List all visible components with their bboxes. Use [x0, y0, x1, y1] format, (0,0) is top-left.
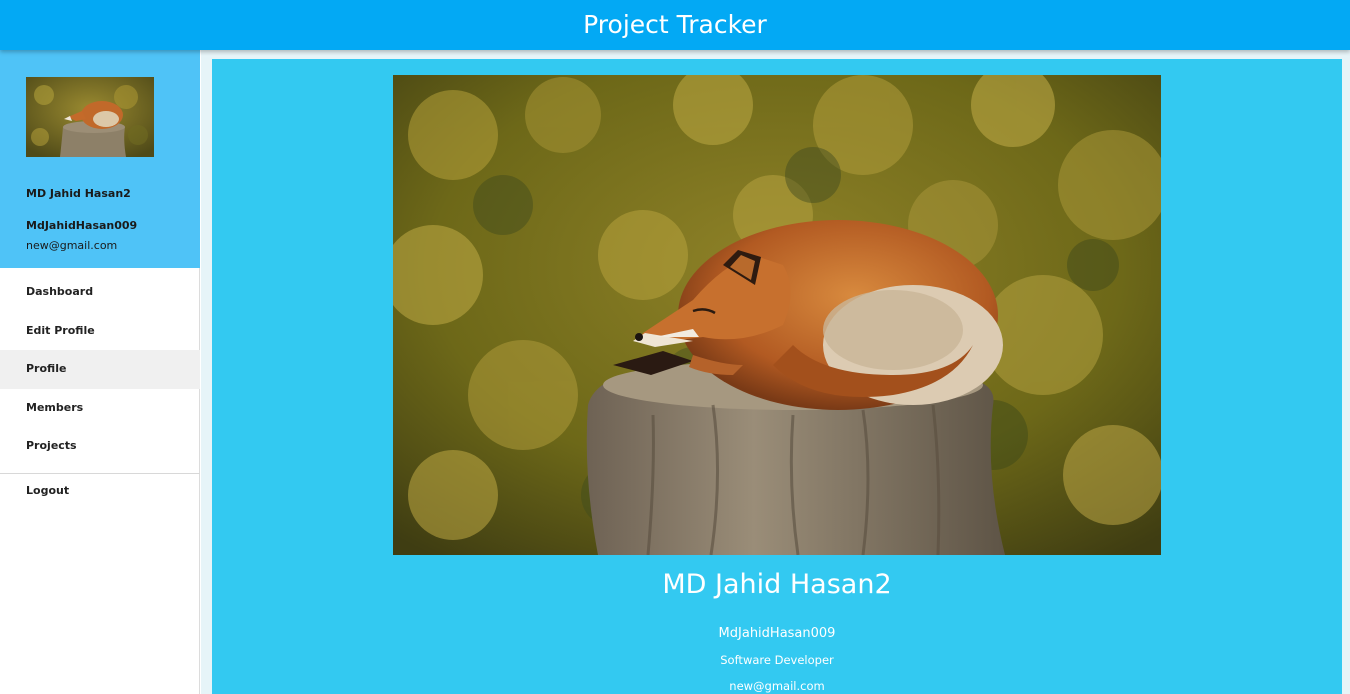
profile-email: new@gmail.com: [729, 679, 825, 693]
sidebar-username: MdJahidHasan009: [26, 219, 138, 232]
app-title: Project Tracker: [583, 10, 767, 39]
profile-photo: [393, 75, 1161, 555]
sidebar-email: new@gmail.com: [26, 239, 118, 252]
logout-button[interactable]: Logout: [0, 477, 200, 505]
top-app-bar: Project Tracker: [0, 0, 1350, 50]
profile-role: Software Developer: [720, 653, 834, 667]
sidebar-divider: [0, 473, 200, 474]
profile-card: MD Jahid Hasan2 MdJahidHasan009 Software…: [212, 59, 1342, 694]
sidebar-profile-header: MD Jahid Hasan2 MdJahidHasan009 new@gmai…: [0, 50, 200, 268]
sidebar-nav: Dashboard Edit Profile Profile Members P…: [0, 273, 200, 466]
profile-username: MdJahidHasan009: [718, 626, 836, 641]
profile-name: MD Jahid Hasan2: [662, 569, 892, 600]
sidebar-item-edit-profile[interactable]: Edit Profile: [0, 312, 200, 351]
sidebar-item-projects[interactable]: Projects: [0, 427, 200, 466]
sidebar-item-profile[interactable]: Profile: [0, 350, 200, 389]
sidebar-item-members[interactable]: Members: [0, 389, 200, 428]
sidebar-item-dashboard[interactable]: Dashboard: [0, 273, 200, 312]
sidebar: MD Jahid Hasan2 MdJahidHasan009 new@gmai…: [0, 50, 200, 694]
sidebar-user-name: MD Jahid Hasan2: [26, 187, 131, 200]
avatar: [26, 77, 154, 157]
